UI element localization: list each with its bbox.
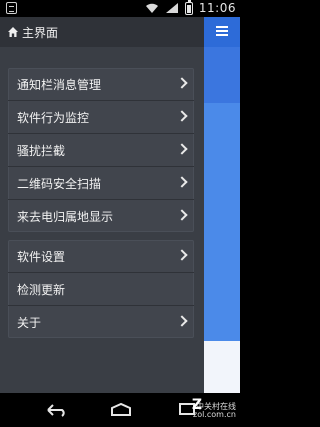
menu-group-settings: 软件设置 检测更新 关于 xyxy=(8,240,194,338)
status-icons: 11:06 xyxy=(145,0,236,15)
menu-item-label: 检测更新 xyxy=(17,283,66,297)
notification-icon xyxy=(6,2,17,14)
zol-logo-icon: Z xyxy=(191,397,202,413)
back-icon[interactable] xyxy=(44,402,70,418)
menu-item-app-monitor[interactable]: 软件行为监控 xyxy=(8,101,194,134)
menu-item-label: 骚扰拦截 xyxy=(17,144,66,158)
chevron-right-icon xyxy=(176,249,188,261)
menu-item-label: 关于 xyxy=(17,316,42,330)
menu-item-check-update[interactable]: 检测更新 xyxy=(8,273,194,306)
chevron-right-icon xyxy=(176,143,188,155)
menu-item-notification-manager[interactable]: 通知栏消息管理 xyxy=(8,68,194,101)
menu-item-label: 二维码安全扫描 xyxy=(17,177,102,191)
content-banner xyxy=(204,47,240,103)
home-icon xyxy=(8,27,18,37)
system-nav-bar: Z 中关村在线 zol.com.cn xyxy=(0,393,240,427)
drawer-title: 主界面 xyxy=(22,26,59,40)
menu-item-about[interactable]: 关于 xyxy=(8,306,194,338)
menu-item-harassment-block[interactable]: 骚扰拦截 xyxy=(8,134,194,167)
menu-item-caller-location[interactable]: 来去电归属地显示 xyxy=(8,200,194,232)
chevron-right-icon xyxy=(176,110,188,122)
main-content-peek xyxy=(204,17,240,393)
chevron-right-icon xyxy=(176,209,188,221)
status-time: 11:06 xyxy=(198,1,236,15)
watermark: Z 中关村在线 zol.com.cn xyxy=(191,397,236,419)
signal-icon xyxy=(165,3,178,13)
content-panel xyxy=(204,103,240,341)
wifi-icon xyxy=(145,3,158,13)
menu-item-label: 软件设置 xyxy=(17,250,66,264)
battery-icon xyxy=(184,0,193,15)
home-nav-icon[interactable] xyxy=(108,402,134,418)
menu-item-label: 通知栏消息管理 xyxy=(17,78,102,92)
menu-item-label: 来去电归属地显示 xyxy=(17,210,114,224)
menu-item-qr-scan[interactable]: 二维码安全扫描 xyxy=(8,167,194,200)
chevron-right-icon xyxy=(176,315,188,327)
app-bar xyxy=(204,17,240,47)
menu-icon[interactable] xyxy=(216,26,228,36)
chevron-right-icon xyxy=(176,77,188,89)
navigation-drawer: 主界面 通知栏消息管理 软件行为监控 骚扰拦截 二维码安全扫描 来去电归属地显示… xyxy=(0,17,204,393)
menu-item-label: 软件行为监控 xyxy=(17,111,90,125)
drawer-header[interactable]: 主界面 xyxy=(0,17,204,47)
chevron-right-icon xyxy=(176,176,188,188)
menu-group-features: 通知栏消息管理 软件行为监控 骚扰拦截 二维码安全扫描 来去电归属地显示 xyxy=(8,68,194,232)
status-bar: 11:06 xyxy=(0,0,240,17)
menu-item-settings[interactable]: 软件设置 xyxy=(8,240,194,273)
